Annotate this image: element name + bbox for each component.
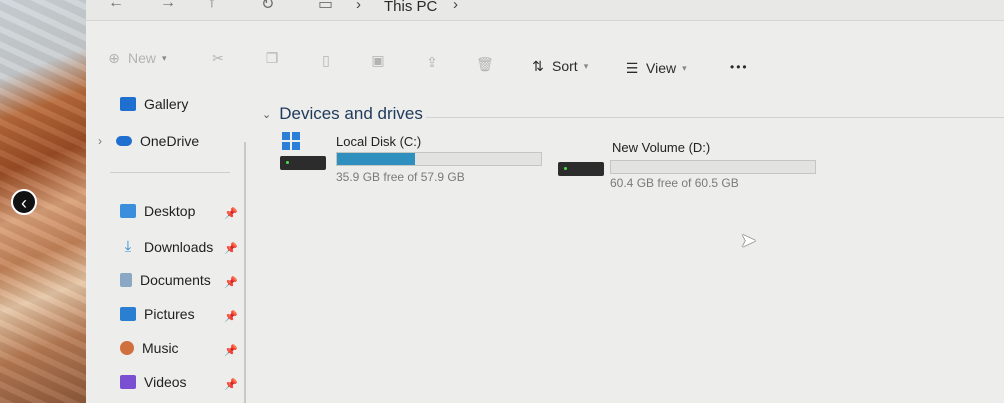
nav-item-downloads[interactable]: ⤓ Downloads — [120, 238, 214, 255]
nav-label: OneDrive — [140, 133, 200, 149]
up-icon[interactable]: ↑ — [208, 0, 216, 12]
copy-button[interactable]: ❐ — [264, 50, 280, 66]
new-button[interactable]: ⊕ New ▾ — [106, 50, 167, 66]
nav-item-videos[interactable]: Videos — [120, 374, 187, 390]
delete-button[interactable]: 🗑 — [476, 56, 494, 72]
pin-icon: 📌 — [224, 277, 238, 289]
music-icon — [120, 341, 134, 355]
sort-arrows-icon: ⇅ — [532, 58, 544, 74]
address-bar: ← → ↑ ↻ ▭ › This PC › — [86, 0, 1004, 21]
back-arrow-icon[interactable]: ‹ — [11, 189, 37, 215]
nav-label: Downloads — [144, 238, 214, 255]
paste-button[interactable]: ▯ — [318, 52, 334, 68]
drive-c-name: Local Disk (C:) — [336, 134, 422, 149]
plus-circle-icon: ⊕ — [108, 50, 120, 66]
trash-icon: 🗑 — [476, 56, 494, 72]
copy-icon: ❐ — [265, 50, 279, 66]
view-list-icon: ☰ — [625, 60, 639, 76]
pin-icon: 📌 — [224, 379, 238, 391]
new-button-label: New — [128, 50, 157, 66]
nav-label: Pictures — [144, 306, 195, 322]
drive-c-usage-bar — [336, 152, 542, 166]
rename-icon: ▣ — [371, 52, 385, 68]
command-bar: ⊕ New ▾ ✂ ❐ ▯ ▣ ⇪ 🗑 ⇅ Sort ▾ ☰ View ▾ ••… — [86, 40, 1004, 88]
refresh-icon[interactable]: ↻ — [261, 0, 274, 14]
sort-button-label: Sort — [552, 58, 578, 74]
hard-drive-icon — [280, 156, 326, 170]
windows-logo-icon — [282, 132, 300, 150]
section-divider — [426, 117, 1004, 118]
more-options-button[interactable]: ••• — [730, 60, 749, 74]
drive-d-tile[interactable]: New Volume (D:) 60.4 GB free of 60.5 GB — [556, 138, 846, 190]
nav-label: Gallery — [144, 96, 189, 112]
drive-d-usage-bar — [610, 160, 816, 174]
share-icon: ⇪ — [426, 54, 438, 70]
sort-button[interactable]: ⇅ Sort ▾ — [530, 58, 588, 74]
document-icon — [120, 273, 132, 287]
nav-item-desktop[interactable]: Desktop — [120, 203, 195, 219]
nav-label: Desktop — [144, 203, 196, 219]
nav-item-onedrive[interactable]: › OneDrive — [98, 133, 199, 149]
nav-item-gallery[interactable]: Gallery — [120, 96, 188, 112]
cut-button[interactable]: ✂ — [210, 50, 226, 66]
hard-drive-icon — [558, 162, 604, 176]
file-explorer-window: ← → ↑ ↻ ▭ › This PC › ⊕ New ▾ ✂ ❐ ▯ ▣ ⇪ … — [86, 0, 1004, 403]
videos-icon — [120, 375, 136, 389]
back-icon[interactable]: ← — [108, 0, 124, 12]
rename-button[interactable]: ▣ — [370, 52, 386, 68]
nav-item-music[interactable]: Music — [120, 340, 179, 356]
section-title: Devices and drives — [279, 104, 423, 123]
chevron-right-icon: › — [356, 0, 361, 13]
navigation-pane: Gallery › OneDrive Desktop 📌 ⤓ Downloads… — [86, 88, 246, 403]
nav-item-pictures[interactable]: Pictures — [120, 306, 195, 322]
nav-label: Documents — [140, 272, 211, 288]
pane-divider[interactable] — [244, 142, 246, 403]
scissors-icon: ✂ — [212, 50, 224, 66]
nav-label: Videos — [144, 374, 187, 390]
pin-icon: 📌 — [224, 311, 238, 323]
nav-item-documents[interactable]: Documents — [120, 272, 211, 288]
pin-icon: 📌 — [224, 243, 238, 255]
cloud-icon — [116, 136, 132, 146]
clipboard-icon: ▯ — [322, 52, 330, 68]
chevron-down-icon: ▾ — [162, 52, 167, 63]
chevron-down-icon: ▾ — [583, 60, 589, 71]
forward-icon[interactable]: → — [160, 0, 176, 12]
chevron-down-icon: ▾ — [682, 62, 687, 73]
section-header-devices[interactable]: ⌄ Devices and drives — [262, 104, 423, 124]
pin-icon: 📌 — [224, 208, 238, 220]
pictures-icon — [120, 307, 136, 321]
nav-label: Music — [142, 340, 179, 356]
gallery-icon — [120, 97, 136, 111]
chevron-right-icon[interactable]: › — [98, 134, 102, 148]
drive-d-free-text: 60.4 GB free of 60.5 GB — [610, 176, 739, 190]
chevron-down-icon[interactable]: ⌄ — [262, 108, 271, 121]
pin-icon: 📌 — [224, 345, 238, 357]
nav-divider — [110, 172, 230, 173]
monitor-icon: ▭ — [318, 0, 334, 13]
view-button-label: View — [646, 60, 677, 76]
drive-c-tile[interactable]: Local Disk (C:) 35.9 GB free of 57.9 GB — [280, 132, 560, 184]
drive-d-name: New Volume (D:) — [612, 140, 711, 155]
view-button[interactable]: ☰ View ▾ — [624, 60, 687, 76]
download-icon: ⤓ — [124, 238, 132, 255]
mouse-cursor-icon: ➤ — [740, 230, 757, 252]
share-button[interactable]: ⇪ — [424, 54, 440, 70]
drive-c-usage-fill — [337, 153, 415, 165]
drive-c-free-text: 35.9 GB free of 57.9 GB — [336, 170, 465, 184]
desktop-icon — [120, 204, 136, 218]
chevron-right-icon[interactable]: › — [453, 0, 458, 13]
breadcrumb-this-pc[interactable]: This PC — [384, 0, 437, 15]
